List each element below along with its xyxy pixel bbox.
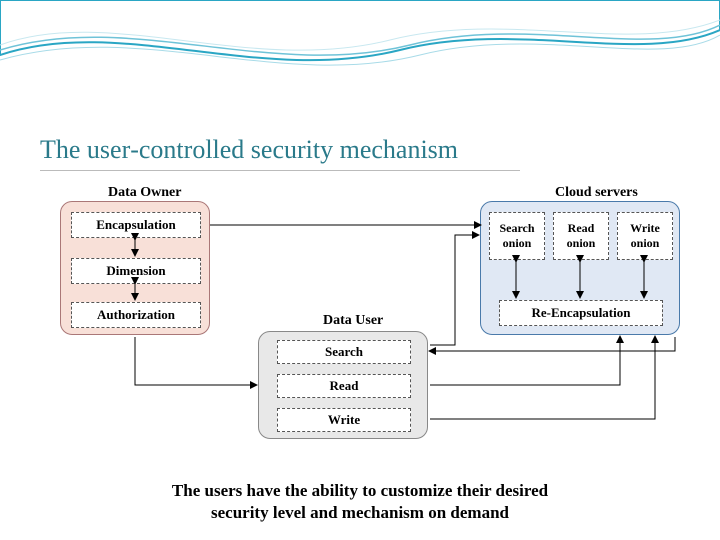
decorative-wave xyxy=(0,0,720,100)
box-write: Write xyxy=(277,408,411,432)
box-dimension: Dimension xyxy=(71,258,201,284)
box-search-onion: Search onion xyxy=(489,212,545,260)
page-title: The user‑controlled security mechanism xyxy=(40,135,458,165)
label-data-user: Data User xyxy=(323,313,383,329)
box-re-encapsulation: Re-Encapsulation xyxy=(499,300,663,326)
box-encapsulation: Encapsulation xyxy=(71,212,201,238)
diagram-canvas: Data Owner Encapsulation Dimension Autho… xyxy=(60,185,680,445)
box-cloud-servers: Search onion Read onion Write onion Re-E… xyxy=(480,201,680,335)
label-data-owner: Data Owner xyxy=(108,185,182,201)
box-read-onion: Read onion xyxy=(553,212,609,260)
box-read: Read xyxy=(277,374,411,398)
title-underline xyxy=(40,170,520,171)
box-write-onion: Write onion xyxy=(617,212,673,260)
box-data-user: Search Read Write xyxy=(258,331,428,439)
box-authorization: Authorization xyxy=(71,302,201,328)
label-cloud-servers: Cloud servers xyxy=(555,185,638,201)
caption: The users have the ability to customize … xyxy=(0,480,720,524)
box-search: Search xyxy=(277,340,411,364)
box-data-owner: Encapsulation Dimension Authorization xyxy=(60,201,210,335)
